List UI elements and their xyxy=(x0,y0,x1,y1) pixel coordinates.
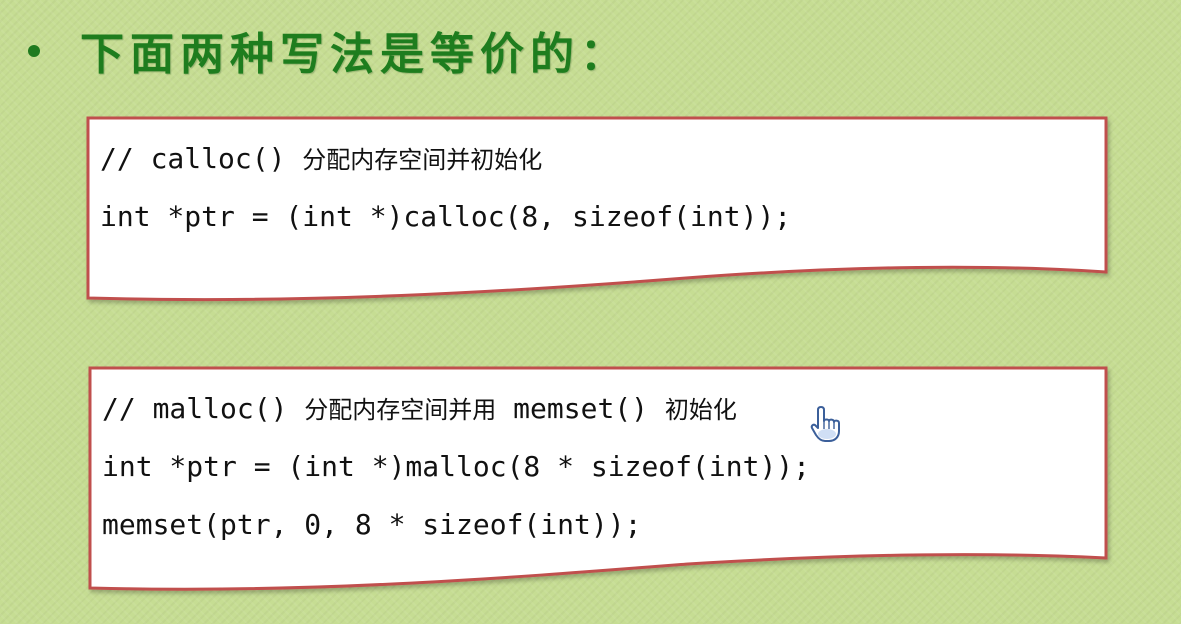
code-comment-line: // calloc() 分配内存空间并初始化 xyxy=(100,142,542,177)
comment-text: // malloc() xyxy=(102,392,305,425)
code-line: int *ptr = (int *)calloc(8, sizeof(int))… xyxy=(100,200,792,233)
comment-func-text: memset() xyxy=(496,392,665,425)
code-block-calloc: // calloc() 分配内存空间并初始化 int *ptr = (int *… xyxy=(86,116,1108,312)
code-comment-line: // malloc() 分配内存空间并用 memset() 初始化 xyxy=(102,392,737,427)
code-line: int *ptr = (int *)malloc(8 * sizeof(int)… xyxy=(102,450,811,483)
comment-text: // calloc() xyxy=(100,142,303,175)
code-line: memset(ptr, 0, 8 * sizeof(int)); xyxy=(102,508,642,541)
bullet-icon xyxy=(28,45,40,57)
hand-pointer-icon xyxy=(810,406,840,442)
comment-cjk-text: 初始化 xyxy=(664,396,737,424)
heading-text: 下面两种写法是等价的： xyxy=(80,29,630,80)
comment-cjk-text: 分配内存空间并初始化 xyxy=(302,146,543,174)
slide-heading: 下面两种写法是等价的： xyxy=(28,18,630,82)
code-block-malloc: // malloc() 分配内存空间并用 memset() 初始化 int *p… xyxy=(88,366,1108,606)
comment-cjk-text: 分配内存空间并用 xyxy=(304,396,497,424)
